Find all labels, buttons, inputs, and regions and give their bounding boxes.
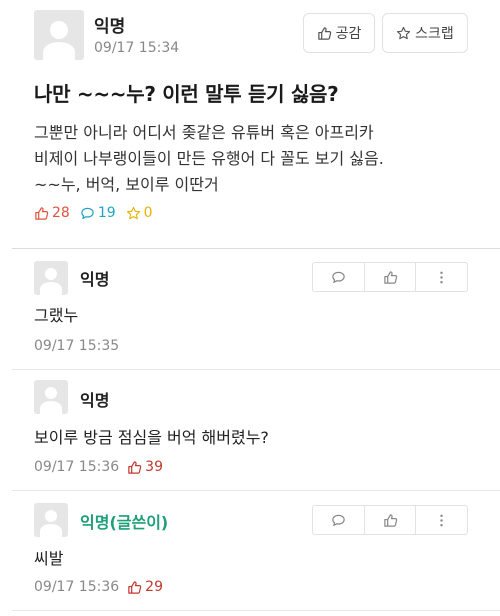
post-body: 그뿐만 아니라 어디서 좆같은 유튜버 혹은 아프리카 비제이 나부랭이들이 만… — [34, 120, 474, 198]
scrap-button-label: 스크랩 — [415, 26, 454, 42]
thumbs-up-icon — [128, 580, 142, 594]
star-icon — [397, 26, 411, 39]
avatar-head — [45, 387, 57, 399]
comment-actions — [312, 505, 468, 535]
thumbs-up-icon — [383, 513, 397, 527]
post-title: 나만 ~~~누? 이런 말투 듣기 싫음? — [34, 82, 339, 106]
reply-button[interactable] — [313, 506, 365, 534]
post-stats: 28 19 0 — [34, 205, 163, 221]
comment-like-count: 29 — [127, 579, 163, 595]
avatar-body — [40, 282, 62, 295]
thumbs-up-icon — [35, 206, 49, 220]
comment-avatar — [34, 261, 68, 295]
thumbs-up-icon — [383, 270, 397, 284]
comment-text: 씨발 — [34, 549, 64, 568]
post-divider — [12, 248, 500, 249]
comment-avatar — [34, 503, 68, 537]
comment-actions — [312, 262, 468, 292]
comment-divider — [12, 369, 500, 370]
comment-like-button[interactable] — [365, 263, 417, 291]
like-button[interactable]: 공감 — [303, 13, 375, 53]
reply-button[interactable] — [313, 263, 365, 291]
comment-meta: 09/17 15:36 29 — [34, 579, 163, 595]
post-body-line: 그뿐만 아니라 어디서 좆같은 유튜버 혹은 아프리카 — [34, 123, 374, 142]
like-button-label: 공감 — [335, 26, 362, 42]
comment-author: 익명 — [80, 391, 110, 410]
avatar-body — [40, 401, 62, 414]
comment-text: 보이루 방금 점심을 버억 해버렸누? — [34, 428, 269, 447]
like-count-value: 28 — [52, 205, 70, 221]
more-button[interactable] — [416, 263, 467, 291]
thumbs-up-icon — [317, 26, 331, 40]
comment-count: 19 — [80, 205, 116, 221]
comment-like-count: 39 — [127, 459, 163, 475]
comment-divider — [12, 610, 500, 611]
comment-meta: 09/17 15:35 — [34, 338, 119, 354]
speech-bubble-icon — [81, 207, 94, 219]
author-avatar — [34, 10, 84, 60]
comment-like-button[interactable] — [365, 506, 417, 534]
comment-like-value: 29 — [145, 579, 163, 595]
comment-date: 09/17 15:36 — [34, 579, 120, 595]
avatar-body — [40, 524, 62, 537]
comment-date: 09/17 15:36 — [34, 459, 120, 475]
comment-date: 09/17 15:35 — [34, 338, 120, 354]
avatar-head — [45, 510, 57, 522]
post-author: 익명 — [94, 17, 126, 37]
post-body-line: ~~누, 버억, 보이루 이딴거 — [34, 175, 219, 194]
comment-author-op: 익명(글쓴이) — [80, 513, 169, 532]
post-body-line: 비제이 나부랭이들이 만든 유행어 다 꼴도 보기 싫음. — [34, 149, 384, 168]
thumbs-up-icon — [128, 460, 142, 474]
like-count: 28 — [34, 205, 70, 221]
avatar-head — [45, 268, 57, 280]
post-date: 09/17 15:34 — [94, 40, 180, 56]
comment-text: 그랬누 — [34, 306, 79, 325]
speech-bubble-icon — [332, 514, 345, 526]
more-vertical-icon — [440, 271, 443, 283]
comment-author: 익명 — [80, 270, 110, 289]
scrap-count-value: 0 — [143, 205, 153, 221]
more-button[interactable] — [416, 506, 467, 534]
star-icon — [126, 206, 140, 219]
comment-avatar — [34, 380, 68, 414]
speech-bubble-icon — [332, 271, 345, 283]
avatar-body — [43, 42, 75, 60]
comment-count-value: 19 — [97, 205, 116, 221]
comment-meta: 09/17 15:36 39 — [34, 459, 163, 475]
comment-like-value: 39 — [145, 459, 163, 475]
scrap-button[interactable]: 스크랩 — [382, 13, 468, 53]
comment-divider — [12, 490, 500, 491]
scrap-count: 0 — [126, 205, 153, 221]
more-vertical-icon — [440, 514, 443, 526]
avatar-head — [50, 21, 68, 39]
